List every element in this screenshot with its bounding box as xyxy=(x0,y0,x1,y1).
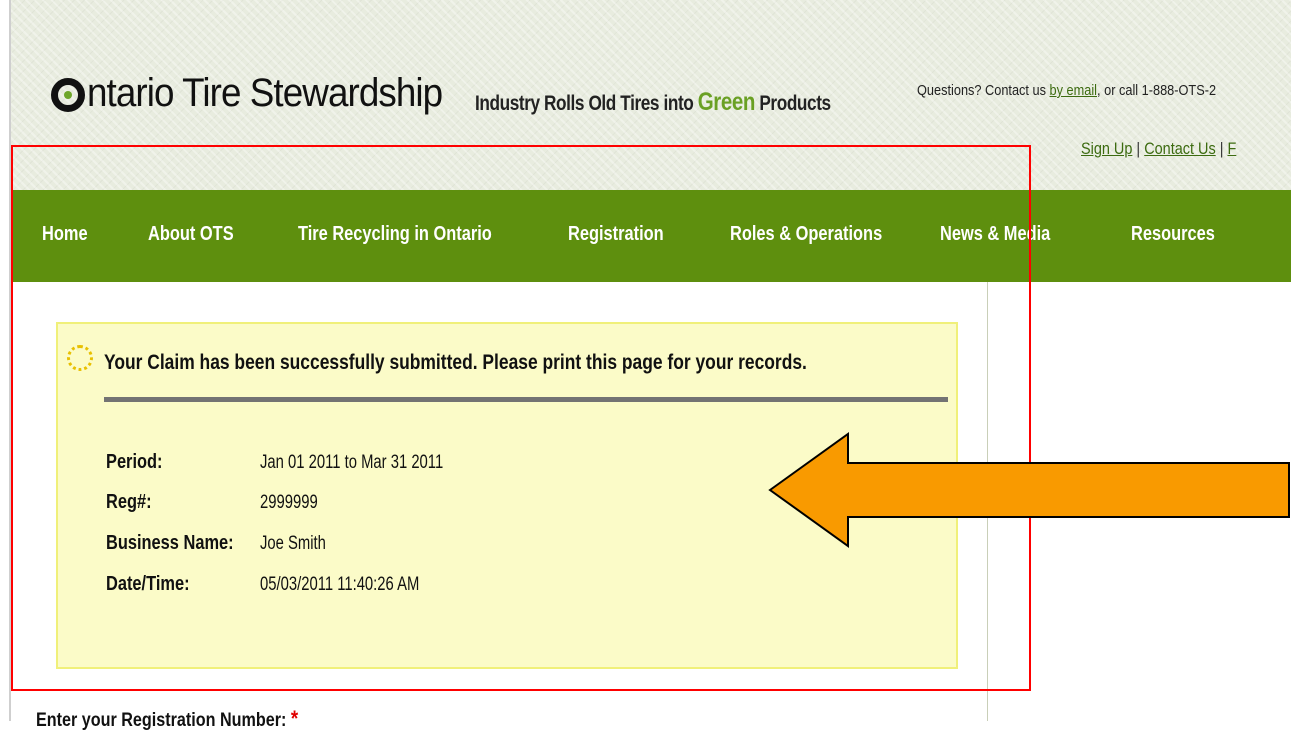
nav-home[interactable]: Home xyxy=(42,223,88,246)
orange-arrow-annotation xyxy=(768,432,1290,548)
site-logo[interactable]: ntario Tire Stewardship xyxy=(51,68,473,118)
notice-divider xyxy=(104,397,948,402)
success-message: Your Claim has been successfully submitt… xyxy=(104,351,807,374)
logo-text: ntario Tire Stewardship xyxy=(87,70,443,115)
nav-resources[interactable]: Resources xyxy=(1131,223,1215,246)
registration-number-label: Enter your Registration Number: * xyxy=(36,706,298,732)
sign-up-link[interactable]: Sign Up xyxy=(1081,139,1132,158)
notice-info-icon xyxy=(67,345,93,371)
date-time-label: Date/Time: xyxy=(106,573,190,595)
period-label: Period: xyxy=(106,451,163,473)
nav-about-ots[interactable]: About OTS xyxy=(148,223,234,246)
business-name-label: Business Name: xyxy=(106,532,234,554)
logo-o-icon xyxy=(51,78,85,112)
nav-registration[interactable]: Registration xyxy=(568,223,664,246)
nav-roles-operations[interactable]: Roles & Operations xyxy=(730,223,882,246)
date-time-value: 05/03/2011 11:40:26 AM xyxy=(260,574,420,595)
business-name-value: Joe Smith xyxy=(260,533,326,554)
nav-news-media[interactable]: News & Media xyxy=(940,223,1050,246)
reg-label: Reg#: xyxy=(106,491,152,513)
tagline-green-word: Green xyxy=(697,88,756,116)
site-tagline: Industry Rolls Old Tires into Green Prod… xyxy=(475,88,831,117)
reg-value: 2999999 xyxy=(260,492,318,513)
contact-us-link[interactable]: Contact Us xyxy=(1144,139,1215,158)
required-asterisk: * xyxy=(290,706,299,731)
period-value: Jan 01 2011 to Mar 31 2011 xyxy=(260,452,444,473)
contact-line: Questions? Contact us by email, or call … xyxy=(917,82,1216,99)
tagline-end: Products xyxy=(754,92,831,115)
nav-tire-recycling[interactable]: Tire Recycling in Ontario xyxy=(298,223,492,246)
site-header: ntario Tire Stewardship Industry Rolls O… xyxy=(11,0,1291,190)
main-nav: Home About OTS Tire Recycling in Ontario… xyxy=(11,190,1291,282)
tagline-start: Industry Rolls Old Tires into xyxy=(475,92,698,115)
faq-link[interactable]: F xyxy=(1227,139,1236,158)
contact-suffix: , or call 1-888-OTS-2 xyxy=(1097,82,1217,99)
utility-links: Sign Up | Contact Us | F xyxy=(1081,139,1237,158)
contact-prefix: Questions? Contact us xyxy=(917,82,1050,99)
email-link[interactable]: by email xyxy=(1050,82,1097,99)
